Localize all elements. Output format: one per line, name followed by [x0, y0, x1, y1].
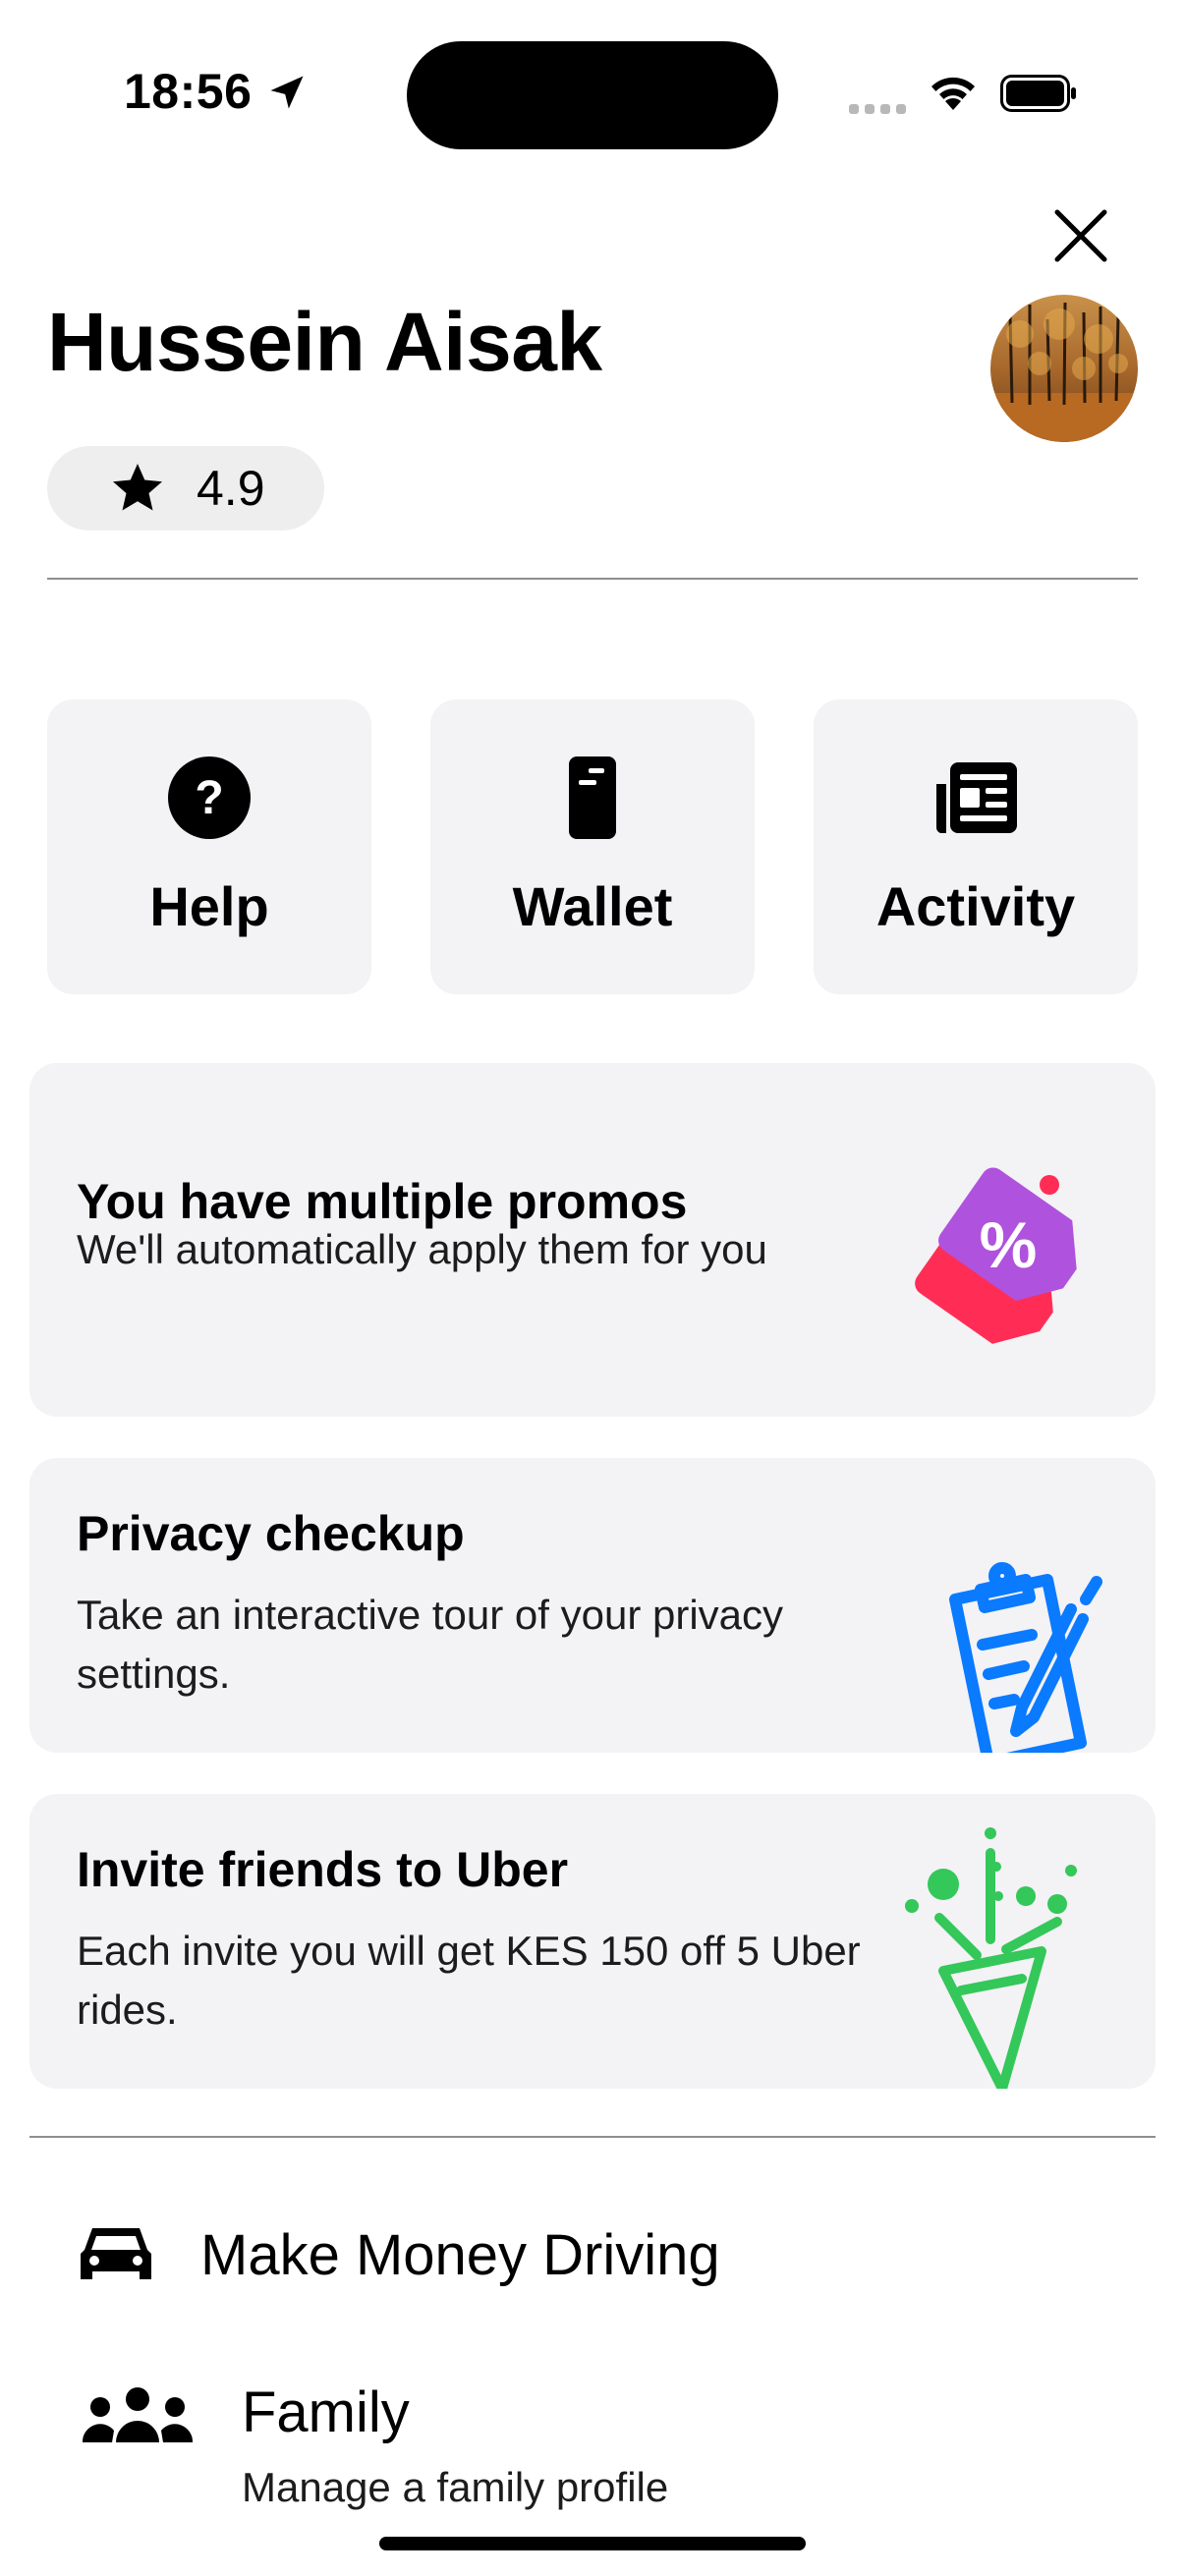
party-popper-icon: [905, 1827, 1077, 2089]
promos-description: We'll automatically apply them for you: [77, 1226, 767, 1272]
battery-icon: [1000, 75, 1076, 112]
family-sublabel: Manage a family profile: [242, 2464, 669, 2510]
family-icon: [83, 2387, 193, 2442]
avatar-image: [990, 295, 1138, 442]
activity-tile[interactable]: Activity: [814, 700, 1138, 994]
divider: [29, 2136, 1156, 2138]
rating-badge: 4.9: [47, 446, 324, 531]
privacy-description: Take an interactive tour of your privacy…: [77, 1592, 784, 1697]
close-button[interactable]: [1042, 196, 1120, 275]
dynamic-island: [407, 41, 778, 149]
make-money-driving-label: Make Money Driving: [200, 2223, 720, 2287]
svg-text:?: ?: [195, 772, 223, 824]
activity-icon: [935, 762, 1017, 833]
invite-title: Invite friends to Uber: [77, 1842, 569, 1897]
home-indicator[interactable]: [379, 2537, 806, 2550]
help-label: Help: [149, 875, 269, 937]
wifi-icon: [931, 77, 975, 110]
help-icon: ?: [168, 756, 251, 839]
wallet-label: Wallet: [512, 875, 673, 937]
help-tile[interactable]: ? Help: [47, 700, 371, 994]
location-arrow-icon: [270, 76, 304, 109]
star-icon: [113, 464, 162, 511]
avatar[interactable]: [990, 295, 1138, 442]
promo-tag-icon: %: [915, 1167, 1077, 1344]
invite-friends-card[interactable]: Invite friends to Uber Each invite you w…: [29, 1794, 1156, 2089]
cellular-signal-icon: [849, 104, 906, 114]
make-money-driving-item[interactable]: Make Money Driving: [0, 2201, 1185, 2319]
status-time: 18:56: [124, 64, 253, 119]
divider: [47, 578, 1138, 580]
promos-card[interactable]: You have multiple promos We'll automatic…: [29, 1063, 1156, 1417]
close-icon: [1054, 209, 1107, 262]
invite-description: Each invite you will get KES 150 off 5 U…: [77, 1928, 861, 2033]
svg-text:%: %: [980, 1208, 1038, 1281]
activity-label: Activity: [875, 875, 1076, 937]
privacy-title: Privacy checkup: [77, 1506, 465, 1561]
user-name: Hussein Aisak: [47, 296, 602, 388]
rating-value: 4.9: [197, 461, 265, 516]
car-icon: [81, 2228, 151, 2279]
family-item[interactable]: Family Manage a family profile: [0, 2368, 1185, 2525]
family-label: Family: [242, 2380, 410, 2444]
wallet-icon: [569, 756, 616, 839]
wallet-tile[interactable]: Wallet: [430, 700, 755, 994]
clipboard-icon: [949, 1562, 1102, 1753]
privacy-checkup-card[interactable]: Privacy checkup Take an interactive tour…: [29, 1458, 1156, 1753]
